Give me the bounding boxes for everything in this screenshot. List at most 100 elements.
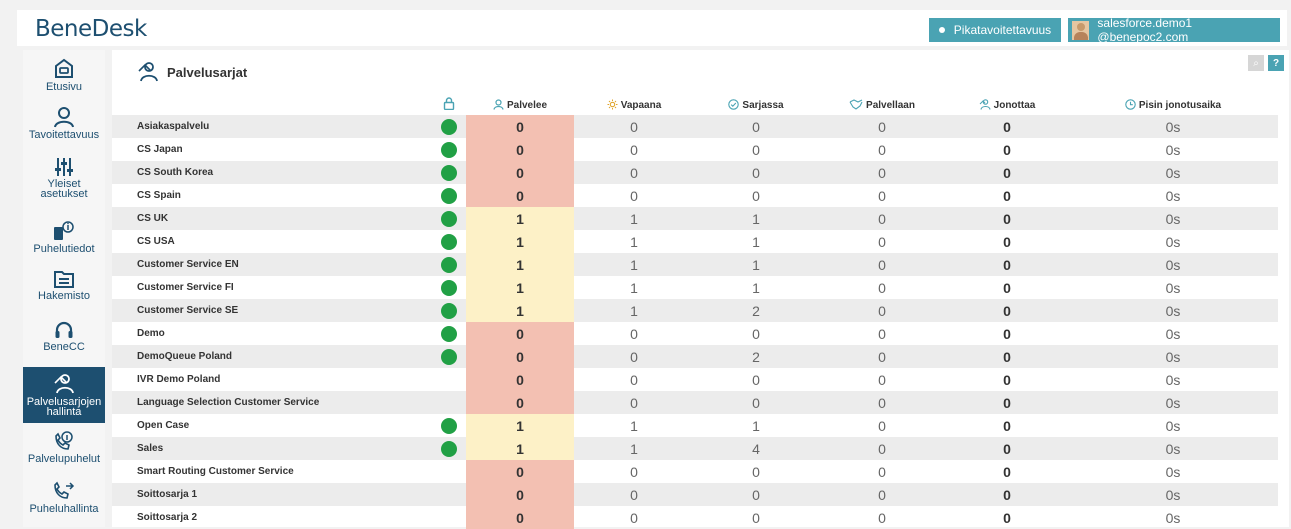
queue-name[interactable]: Customer Service FI (112, 276, 432, 299)
queue-name[interactable]: CS USA (112, 230, 432, 253)
open-status-icon (441, 349, 457, 366)
vapaana-value: 1 (630, 279, 638, 296)
vapaana-value: 0 (630, 463, 638, 480)
table-row[interactable]: CS Japan 0 0 0 0 0 0s (112, 138, 1278, 161)
sarjassa-value: 2 (694, 299, 818, 322)
status-dot-icon (938, 27, 945, 33)
vapaana-value: 0 (630, 325, 638, 342)
table-row[interactable]: DemoQueue Poland 0 0 2 0 0 0s (112, 345, 1278, 368)
user-menu-button[interactable]: salesforce.demo1 @benepoc2.com (1068, 16, 1280, 44)
palvellaan-value: 0 (878, 187, 886, 204)
queue-name[interactable]: Language Selection Customer Service (112, 391, 432, 414)
header-vapaana[interactable]: Vapaana (574, 95, 694, 115)
table-row[interactable]: CS Spain 0 0 0 0 0 0s (112, 184, 1278, 207)
jonottaa-value: 0 (1003, 233, 1011, 250)
sidebar-item-etusivu[interactable]: Etusivu (23, 58, 105, 98)
vapaana-value: 1 (574, 299, 694, 322)
search-icon: ⌕ (1253, 57, 1259, 69)
jonottaa-value: 0 (946, 253, 1068, 276)
open-status-icon (441, 257, 457, 274)
queue-name[interactable]: Customer Service SE (112, 299, 432, 322)
sidebar-item-hakemisto[interactable]: Hakemisto (23, 269, 105, 309)
table-row[interactable]: Sales 1 1 4 0 0 0s (112, 437, 1278, 460)
queue-name[interactable]: Soittosarja 1 (112, 483, 432, 506)
jonottaa-value: 0 (946, 483, 1068, 506)
queue-icon (138, 62, 158, 82)
pisin-value: 0s (1165, 509, 1181, 526)
queue-name[interactable]: Asiakaspalvelu (112, 115, 432, 138)
sidebar-item-palvelupuhelut[interactable]: Palvelupuhelut (23, 430, 105, 472)
sarjassa-value: 1 (694, 253, 818, 276)
table-row[interactable]: CS UK 1 1 1 0 0 0s (112, 207, 1278, 230)
table-row[interactable]: Customer Service SE 1 1 2 0 0 0s (112, 299, 1278, 322)
vapaana-value: 1 (574, 207, 694, 230)
queue-status-cell (432, 230, 466, 253)
sidebar-item-puhelutiedot[interactable]: Puhelutiedot (23, 220, 105, 262)
table-row[interactable]: IVR Demo Poland 0 0 0 0 0 0s (112, 368, 1278, 391)
pisin-value: 0s (1165, 417, 1181, 434)
table-row[interactable]: Soittosarja 1 0 0 0 0 0 0s (112, 483, 1278, 506)
header-jonottaa[interactable]: Jonottaa (946, 95, 1068, 115)
clock-icon (1125, 99, 1136, 110)
jonottaa-value: 0 (946, 207, 1068, 230)
sidebar-item-tavoitettavuus[interactable]: Tavoitettavuus (23, 106, 105, 146)
header-pisin-label: Pisin jonotusaika (1138, 100, 1222, 111)
queue-name[interactable]: Sales (112, 437, 432, 460)
queue-name[interactable]: CS South Korea (112, 161, 432, 184)
table-row[interactable]: Soittosarja 2 0 0 0 0 0 0s (112, 506, 1278, 529)
sidebar-item-palvelusarjojen-hallinta[interactable]: Palvelusarjojen hallinta (23, 367, 105, 423)
queue-name[interactable]: Open Case (112, 414, 432, 437)
sarjassa-value: 0 (752, 463, 760, 480)
palvelee-value: 0 (466, 161, 574, 184)
queue-name[interactable]: CS UK (112, 207, 432, 230)
queue-name[interactable]: Customer Service EN (112, 253, 432, 276)
app-logo[interactable]: BeneDesk (35, 16, 147, 42)
help-button[interactable]: ? (1268, 55, 1284, 71)
sarjassa-value: 1 (752, 233, 760, 250)
table-row[interactable]: Open Case 1 1 1 0 0 0s (112, 414, 1278, 437)
search-button[interactable]: ⌕ (1248, 55, 1264, 71)
open-status-icon (441, 303, 457, 320)
queue-name[interactable]: CS Japan (112, 138, 432, 161)
folder-icon (54, 271, 74, 288)
palvelee-value: 0 (466, 115, 574, 138)
quick-availability-button[interactable]: Pikatavoitettavuus (929, 18, 1061, 42)
pisin-value: 0s (1068, 299, 1278, 322)
open-status-icon (441, 234, 457, 251)
header-palvelee[interactable]: Palvelee (466, 95, 574, 115)
palvelee-value: 1 (466, 414, 574, 437)
table-row[interactable]: CS USA 1 1 1 0 0 0s (112, 230, 1278, 253)
table-row[interactable]: Demo 0 0 0 0 0 0s (112, 322, 1278, 345)
sidebar-item-puheluhallinta[interactable]: Puheluhallinta (23, 480, 105, 522)
header-pisin[interactable]: Pisin jonotusaika (1068, 95, 1278, 115)
queue-name[interactable]: DemoQueue Poland (112, 345, 432, 368)
home-icon (55, 58, 73, 78)
sarjassa-value: 4 (694, 437, 818, 460)
queue-name[interactable]: Smart Routing Customer Service (112, 460, 432, 483)
queue-name[interactable]: IVR Demo Poland (112, 368, 432, 391)
sidebar-item-benecc[interactable]: BeneCC (23, 320, 105, 360)
table-row[interactable]: Smart Routing Customer Service 0 0 0 0 0 0s (112, 460, 1278, 483)
header-palvellaan[interactable]: Palvellaan (818, 95, 946, 115)
vapaana-value: 0 (630, 509, 638, 526)
header-sarjassa[interactable]: Sarjassa (694, 95, 818, 115)
table-row[interactable]: Language Selection Customer Service 0 0 0 0 0… (112, 391, 1278, 414)
queue-name[interactable]: CS Spain (112, 184, 432, 207)
queue-name[interactable]: Demo (112, 322, 432, 345)
sidebar-item-yleiset-asetukset[interactable]: Yleiset asetukset (23, 157, 105, 209)
header-lock (432, 95, 466, 115)
table-row[interactable]: Customer Service FI 1 1 1 0 0 0s (112, 276, 1278, 299)
sliders-icon (55, 158, 73, 176)
vapaana-value: 1 (630, 233, 638, 250)
open-status-icon (441, 142, 457, 159)
palvellaan-value: 0 (878, 279, 886, 296)
palvelee-value: 0 (466, 391, 574, 414)
table-row[interactable]: CS South Korea 0 0 0 0 0 0s (112, 161, 1278, 184)
vapaana-value: 0 (630, 141, 638, 158)
queue-status-cell (432, 414, 466, 437)
table-row[interactable]: Customer Service EN 1 1 1 0 0 0s (112, 253, 1278, 276)
phone-info-icon (54, 221, 74, 240)
table-row[interactable]: Asiakaspalvelu 0 0 0 0 0 0s (112, 115, 1278, 138)
queue-name[interactable]: Soittosarja 2 (112, 506, 432, 529)
open-status-icon (441, 441, 457, 458)
